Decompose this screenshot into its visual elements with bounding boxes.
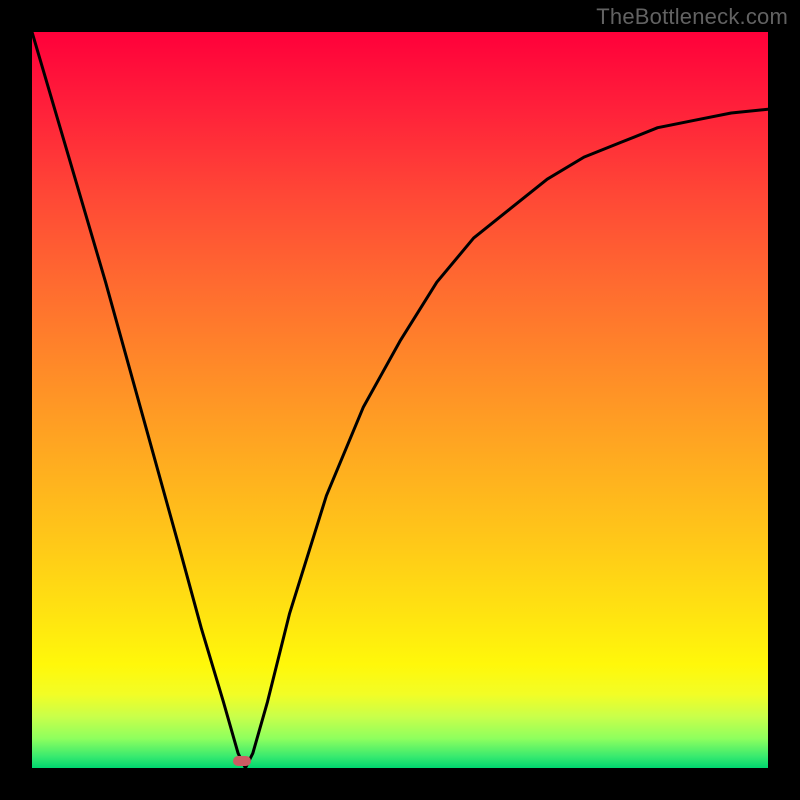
bottleneck-curve <box>32 32 768 768</box>
watermark-text: TheBottleneck.com <box>596 4 788 30</box>
plot-area <box>32 32 768 768</box>
min-marker-pill <box>233 756 251 766</box>
chart-frame: TheBottleneck.com <box>0 0 800 800</box>
